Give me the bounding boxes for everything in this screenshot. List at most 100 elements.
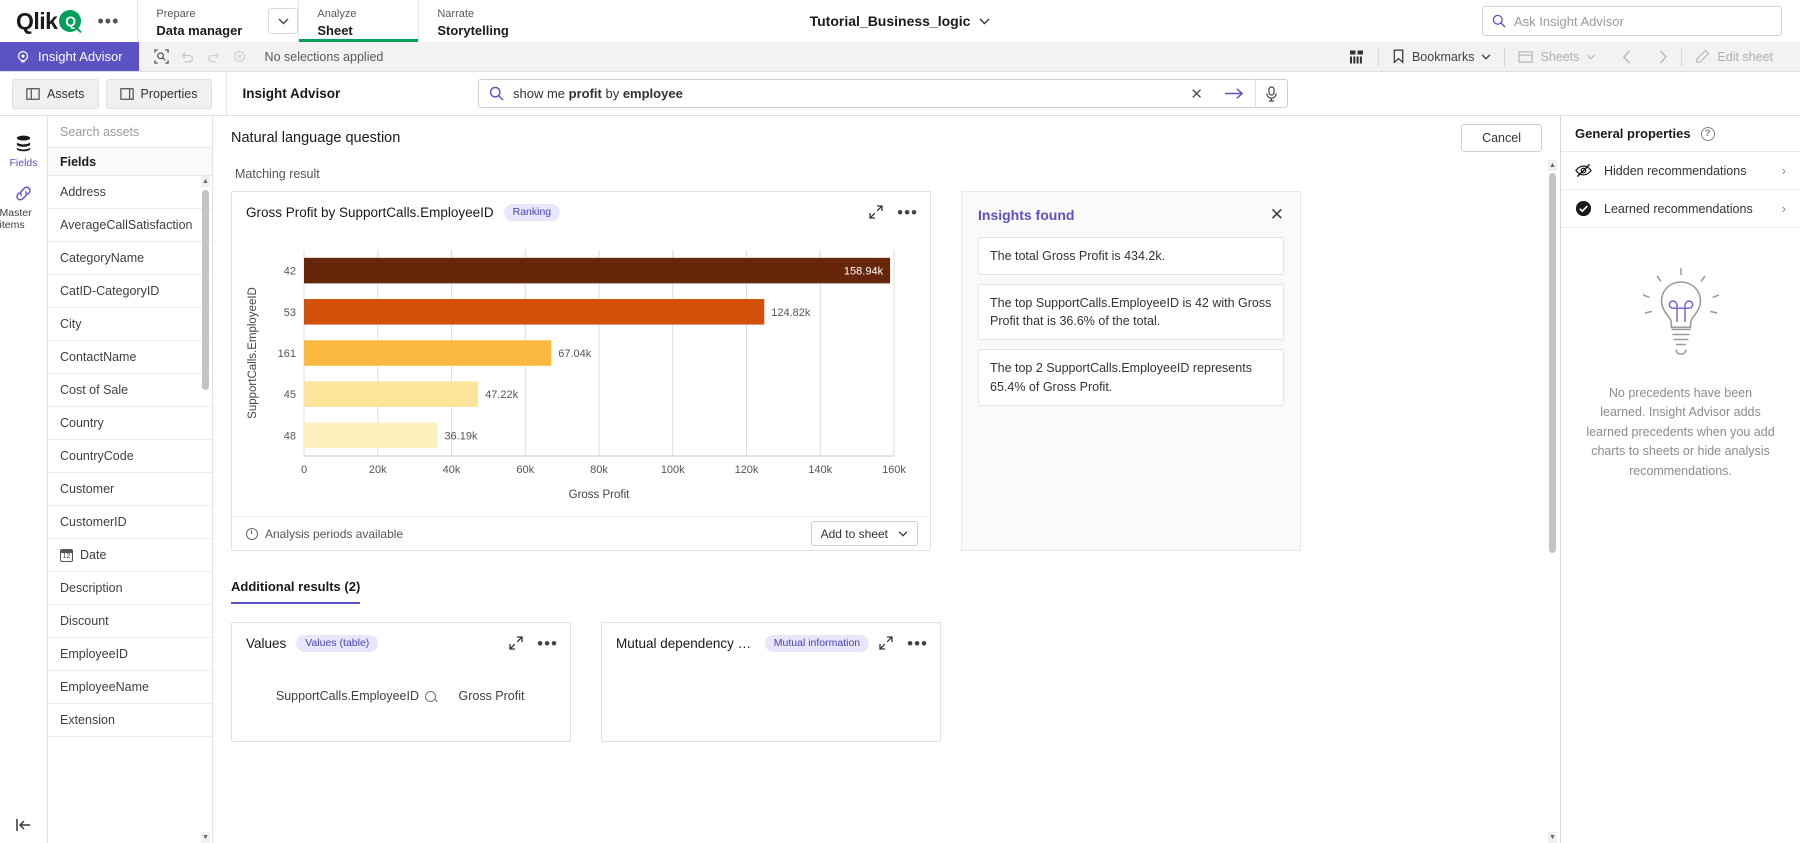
field-row-label: Address [60, 185, 106, 199]
no-selections-label: No selections applied [265, 50, 384, 64]
redo-selection-icon[interactable] [203, 46, 225, 68]
field-row[interactable]: Customer [48, 473, 212, 506]
mutual-card-overflow-menu-icon[interactable]: ••• [907, 635, 928, 652]
bar[interactable] [304, 423, 437, 449]
clear-selections-icon[interactable] [229, 46, 251, 68]
nav-analyze[interactable]: Analyze Sheet [298, 0, 418, 42]
clear-search-icon[interactable]: ✕ [1179, 85, 1214, 103]
second-bar-right-tools: Bookmarks Sheets Edit sheet [1336, 42, 1800, 71]
bar[interactable] [304, 340, 551, 366]
database-icon [14, 134, 33, 153]
assets-panel: Search assets Fields AddressAverageCallS… [48, 116, 213, 843]
clock-icon [246, 528, 258, 540]
chevron-right-icon[interactable]: › [1782, 163, 1786, 178]
expand-values-card-icon[interactable] [509, 636, 523, 650]
assets-scrollbar[interactable]: ▲ ▼ [201, 176, 210, 843]
properties-toggle-label: Properties [141, 87, 198, 101]
nav-narrate[interactable]: Narrate Storytelling [418, 0, 538, 42]
next-sheet-button[interactable] [1645, 42, 1681, 72]
field-row[interactable]: AverageCallSatisfaction [48, 209, 212, 242]
field-row[interactable]: 12Date [48, 539, 212, 572]
field-row[interactable]: CountryCode [48, 440, 212, 473]
bar[interactable] [304, 258, 890, 284]
field-row[interactable]: City [48, 308, 212, 341]
chevron-right-icon[interactable]: › [1782, 201, 1786, 216]
field-row[interactable]: Description [48, 572, 212, 605]
prop-row-learned-recommendations[interactable]: Learned recommendations › [1561, 190, 1800, 228]
rail-collapse-button[interactable] [0, 817, 48, 833]
bar[interactable] [304, 381, 478, 407]
nav-prepare-dropdown[interactable] [268, 8, 298, 34]
rail-item-master-items[interactable]: Master items [0, 176, 48, 238]
tab-additional-results[interactable]: Additional results (2) [231, 579, 360, 604]
assets-scroll-up-icon[interactable]: ▲ [201, 176, 210, 187]
insight-advisor-tab[interactable]: Insight Advisor [0, 42, 139, 71]
selections-tool-icon[interactable] [151, 46, 173, 68]
search-column-icon[interactable] [425, 691, 436, 702]
rail-item-fields[interactable]: Fields [0, 126, 48, 176]
insight-advisor-tab-label: Insight Advisor [38, 49, 123, 64]
qlik-logo[interactable]: Qlik Q [16, 8, 81, 35]
selections-toolbar: Insight Advisor No selections applied [0, 42, 1800, 72]
x-axis-tick-label: 100k [661, 464, 685, 476]
field-row[interactable]: CustomerID [48, 506, 212, 539]
properties-toggle-button[interactable]: Properties [106, 79, 212, 109]
app-title-chevron-down-icon[interactable] [979, 18, 990, 25]
voice-search-icon[interactable] [1255, 79, 1287, 108]
field-row[interactable]: EmployeeName [48, 671, 212, 704]
rail-item-master-items-label: Master items [0, 207, 48, 231]
main-scroll-down-icon[interactable]: ▼ [1548, 832, 1557, 843]
search-input[interactable]: show me profit by employee [513, 86, 1179, 101]
nav-prepare[interactable]: Prepare Data manager [137, 0, 260, 42]
search-icon [1492, 14, 1506, 28]
cancel-button[interactable]: Cancel [1461, 124, 1542, 152]
bar-chart[interactable]: 020k40k60k80k100k120k140k160k42158.94k53… [232, 232, 930, 516]
field-row-label: City [60, 317, 82, 331]
field-row[interactable]: Extension [48, 704, 212, 737]
values-card-overflow-menu-icon[interactable]: ••• [537, 635, 558, 652]
main-scrollbar[interactable]: ▲ ▼ [1548, 160, 1557, 843]
field-row[interactable]: EmployeeID [48, 638, 212, 671]
pencil-icon [1695, 49, 1710, 64]
add-to-sheet-button[interactable]: Add to sheet [811, 521, 918, 546]
search-assets-input[interactable]: Search assets [48, 116, 212, 148]
bookmarks-button[interactable]: Bookmarks [1379, 42, 1505, 72]
values-table-column-measure[interactable]: Gross Profit [436, 689, 546, 703]
bar[interactable] [304, 299, 764, 325]
main-scroll-up-icon[interactable]: ▲ [1548, 160, 1557, 171]
field-row[interactable]: Country [48, 407, 212, 440]
assets-scroll-down-icon[interactable]: ▼ [201, 832, 210, 843]
overflow-menu-icon[interactable]: ••• [91, 12, 125, 30]
field-row[interactable]: ContactName [48, 341, 212, 374]
submit-search-icon[interactable] [1214, 87, 1255, 100]
sheet-icon [1518, 50, 1533, 64]
expand-mutual-card-icon[interactable] [879, 636, 893, 650]
prop-row-hidden-recommendations[interactable]: Hidden recommendations › [1561, 152, 1800, 190]
field-row-label: CountryCode [60, 449, 134, 463]
values-table-column-dimension-label: SupportCalls.EmployeeID [276, 689, 419, 703]
close-insights-icon[interactable]: ✕ [1270, 206, 1284, 223]
edit-sheet-button[interactable]: Edit sheet [1682, 42, 1786, 72]
assets-scroll-thumb[interactable] [202, 190, 209, 390]
field-row[interactable]: CatID-CategoryID [48, 275, 212, 308]
sheets-button[interactable]: Sheets [1505, 42, 1609, 72]
undo-selection-icon[interactable] [177, 46, 199, 68]
help-icon[interactable]: ? [1701, 127, 1715, 141]
main-scroll-thumb[interactable] [1549, 173, 1556, 553]
additional-results-section: Additional results (2) Values Values (ta… [231, 579, 1542, 742]
field-row[interactable]: Address [48, 176, 212, 209]
natural-language-search-bar[interactable]: show me profit by employee ✕ [478, 79, 1288, 108]
assets-toggle-button[interactable]: Assets [12, 79, 99, 109]
field-row[interactable]: Discount [48, 605, 212, 638]
expand-chart-icon[interactable] [869, 205, 883, 219]
values-table-column-dimension[interactable]: SupportCalls.EmployeeID [246, 689, 436, 703]
qlik-q-icon: Q [59, 10, 81, 32]
chart-overflow-menu-icon[interactable]: ••• [897, 204, 918, 221]
chevron-left-icon [1622, 50, 1632, 64]
ask-insight-advisor-input[interactable]: Ask Insight Advisor [1482, 6, 1782, 36]
edit-sheet-label: Edit sheet [1717, 50, 1773, 64]
field-row[interactable]: CategoryName [48, 242, 212, 275]
previous-sheet-button[interactable] [1609, 42, 1645, 72]
field-row[interactable]: Cost of Sale [48, 374, 212, 407]
sheet-grid-icon-button[interactable] [1336, 42, 1378, 72]
